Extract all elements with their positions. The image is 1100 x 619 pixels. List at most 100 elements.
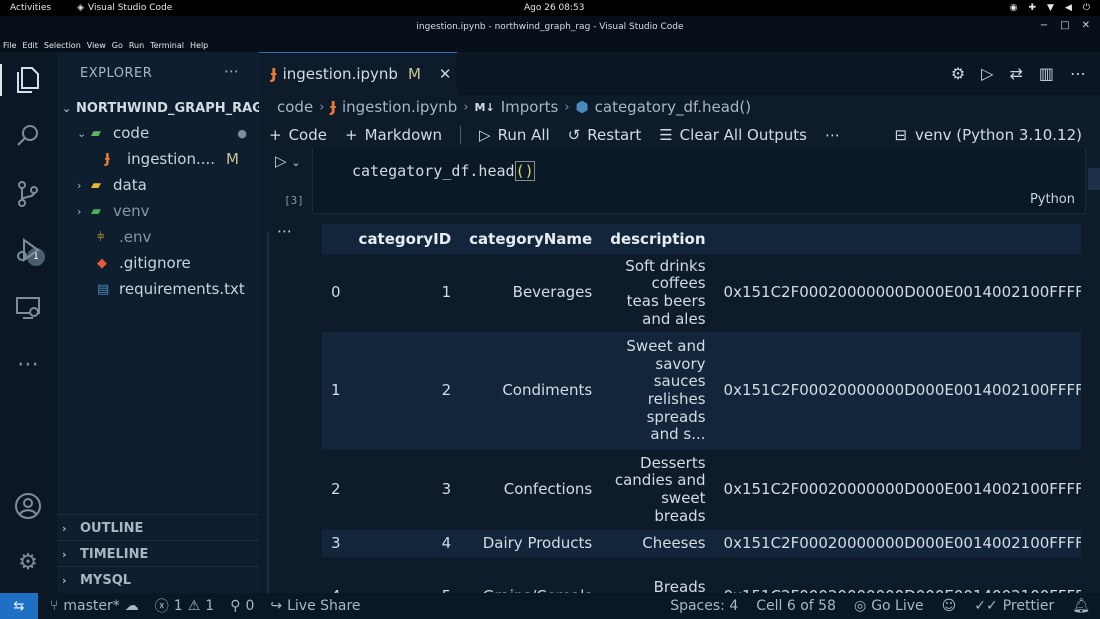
menu-go[interactable]: Go — [112, 41, 123, 50]
run-icon[interactable]: ▷ — [981, 64, 993, 83]
restart-button[interactable]: ↺ Restart — [568, 126, 642, 144]
jupyter-file-icon: Ɉ — [330, 98, 336, 116]
maximize-icon[interactable]: □ — [1060, 20, 1069, 31]
run-all-icon: ▷ — [479, 126, 491, 144]
source-control-icon[interactable] — [14, 180, 42, 208]
breadcrumb-file[interactable]: ingestion.ipynb — [342, 98, 457, 116]
menu-edit[interactable]: Edit — [22, 41, 38, 50]
sync-icon[interactable]: ☁ — [125, 598, 139, 614]
explorer-icon[interactable] — [14, 66, 42, 94]
tree-item-label: code — [113, 124, 150, 142]
menu-terminal[interactable]: Terminal — [150, 41, 184, 50]
tree-item-code[interactable]: ⌄ ▰ code ● — [77, 121, 255, 145]
clear-all-icon: ☰ — [659, 126, 673, 144]
button-label: Clear All Outputs — [679, 126, 807, 144]
accessibility-icon[interactable]: ✚ — [1028, 3, 1036, 13]
table-row: 3 4 Dairy Products Cheeses 0x151C2F00020… — [322, 530, 1081, 557]
ports-indicator[interactable]: ⚲ 0 — [230, 598, 254, 614]
tree-item-label: data — [113, 176, 147, 194]
problems-indicator[interactable]: ⓧ 1 ⚠ 1 — [155, 596, 214, 616]
menu-view[interactable]: View — [87, 41, 106, 50]
tree-item-ingestion[interactable]: Ɉ ingestion.... M — [105, 147, 255, 171]
activities-button[interactable]: Activities — [10, 3, 51, 13]
divider — [460, 126, 462, 144]
breadcrumb-imports[interactable]: Imports — [501, 98, 559, 116]
clear-outputs-button[interactable]: ☰ Clear All Outputs — [659, 126, 807, 144]
settings-icon[interactable]: ⚙ — [951, 64, 965, 83]
kernel-picker[interactable]: ⊟ venv (Python 3.10.12) — [894, 126, 1082, 144]
more-actions-icon[interactable]: ⋯ — [1070, 64, 1086, 83]
menu-run[interactable]: Run — [129, 41, 144, 50]
description-line: sweet — [661, 489, 706, 507]
cell-category-id: 5 — [350, 557, 461, 593]
tree-item-gitignore[interactable]: ◆ .gitignore — [97, 251, 191, 275]
tree-item-label: ingestion.... — [127, 150, 216, 168]
cell-language[interactable]: Python — [1030, 192, 1075, 207]
prettier-button[interactable]: ✓✓ Prettier — [974, 598, 1054, 614]
broadcast-icon: ◎ — [853, 598, 867, 614]
tab-bar: Ɉ ingestion.ipynb M ✕ ⚙ ▷ ⇄ ▥ ⋯ — [259, 52, 1100, 95]
live-share-button[interactable]: ↪ Live Share — [270, 598, 360, 614]
volume-icon[interactable]: ◀ — [1065, 3, 1072, 13]
breadcrumb-code[interactable]: code — [277, 98, 313, 116]
run-all-button[interactable]: ▷ Run All — [479, 126, 550, 144]
remote-indicator-icon[interactable]: ⇆ — [0, 593, 38, 619]
close-icon[interactable]: ✕ — [439, 65, 452, 83]
search-icon[interactable] — [14, 122, 42, 150]
button-label: Run All — [497, 126, 550, 144]
explorer-more-icon[interactable]: ⋯ — [224, 62, 239, 80]
error-icon: ⓧ — [154, 599, 169, 615]
menu-selection[interactable]: Selection — [44, 41, 81, 50]
code-cell[interactable]: categatory_df.head() Python — [312, 148, 1086, 214]
compare-icon[interactable]: ⇄ — [1009, 64, 1022, 83]
app-menu[interactable]: ◈ Visual Studio Code — [77, 3, 172, 13]
section-outline[interactable]: › OUTLINE — [62, 516, 143, 540]
tab-ingestion[interactable]: Ɉ ingestion.ipynb M ✕ — [259, 52, 457, 95]
minimize-icon[interactable]: − — [1040, 20, 1048, 31]
tree-item-data[interactable]: › ▰ data — [77, 173, 147, 197]
chrome-icon[interactable]: ◉ — [1010, 3, 1018, 13]
add-code-button[interactable]: + Code — [269, 126, 327, 144]
indentation-indicator[interactable]: Spaces: 4 — [670, 598, 738, 614]
settings-gear-icon[interactable]: ⚙ — [14, 548, 42, 576]
breadcrumb-cell[interactable]: categatory_df.head() — [595, 98, 752, 116]
tree-item-venv[interactable]: › ▰ venv — [77, 199, 150, 223]
copilot-icon[interactable]: ☺ — [942, 598, 957, 614]
output-more-icon[interactable]: ⋯ — [277, 222, 292, 240]
close-window-icon[interactable]: ✕ — [1082, 20, 1090, 31]
git-branch[interactable]: ⑂ master* ☁ — [50, 598, 139, 614]
vscode-app-icon: ◈ — [77, 3, 84, 13]
notifications-bell-icon[interactable]: 🔔︎ — [1072, 598, 1090, 614]
more-icon[interactable]: ⋯ — [14, 350, 42, 378]
remote-explorer-icon[interactable] — [14, 294, 42, 322]
python-icon: ⬢ — [575, 98, 589, 116]
section-timeline[interactable]: › TIMELINE — [62, 542, 148, 566]
accounts-icon[interactable] — [14, 492, 42, 520]
tree-item-env[interactable]: ⫩ .env — [97, 225, 151, 249]
chevron-right-icon: › — [77, 204, 82, 218]
add-markdown-button[interactable]: + Markdown — [345, 126, 442, 144]
run-cell-icon[interactable]: ▷ ⌄ — [275, 152, 301, 170]
table-row: 4 5 Grains/Cereals Breads crackers 0x151… — [322, 557, 1081, 593]
wifi-icon[interactable]: ▼ — [1047, 3, 1054, 13]
chevron-down-icon[interactable]: ⌄ — [291, 156, 300, 169]
warning-icon: ⚠ — [187, 598, 201, 614]
description-line: candies and — [614, 471, 706, 490]
run-debug-icon[interactable] — [14, 236, 42, 264]
branch-label: master* — [63, 598, 120, 614]
scrollbar-thumb[interactable] — [1088, 168, 1100, 190]
system-tray[interactable]: ◉ ✚ ▼ ◀ ⏻ — [1010, 3, 1090, 13]
go-live-button[interactable]: ◎ Go Live — [854, 598, 924, 614]
section-mysql[interactable]: › MYSQL — [62, 568, 131, 592]
tree-item-requirements[interactable]: ▤ requirements.txt — [97, 277, 245, 301]
menu-file[interactable]: File — [3, 41, 16, 50]
clock[interactable]: Ago 26 08:53 — [524, 3, 585, 13]
cell-indicator[interactable]: Cell 6 of 58 — [756, 598, 836, 614]
requirements-file-icon: ▤ — [97, 281, 110, 297]
split-editor-icon[interactable]: ▥ — [1039, 64, 1054, 83]
power-icon[interactable]: ⏻ — [1083, 3, 1090, 13]
project-folder[interactable]: ⌄ NORTHWIND_GRAPH_RAG — [62, 96, 263, 120]
more-icon[interactable]: ⋯ — [825, 126, 840, 144]
menu-help[interactable]: Help — [190, 41, 208, 50]
explorer-title: EXPLORER — [80, 66, 153, 81]
